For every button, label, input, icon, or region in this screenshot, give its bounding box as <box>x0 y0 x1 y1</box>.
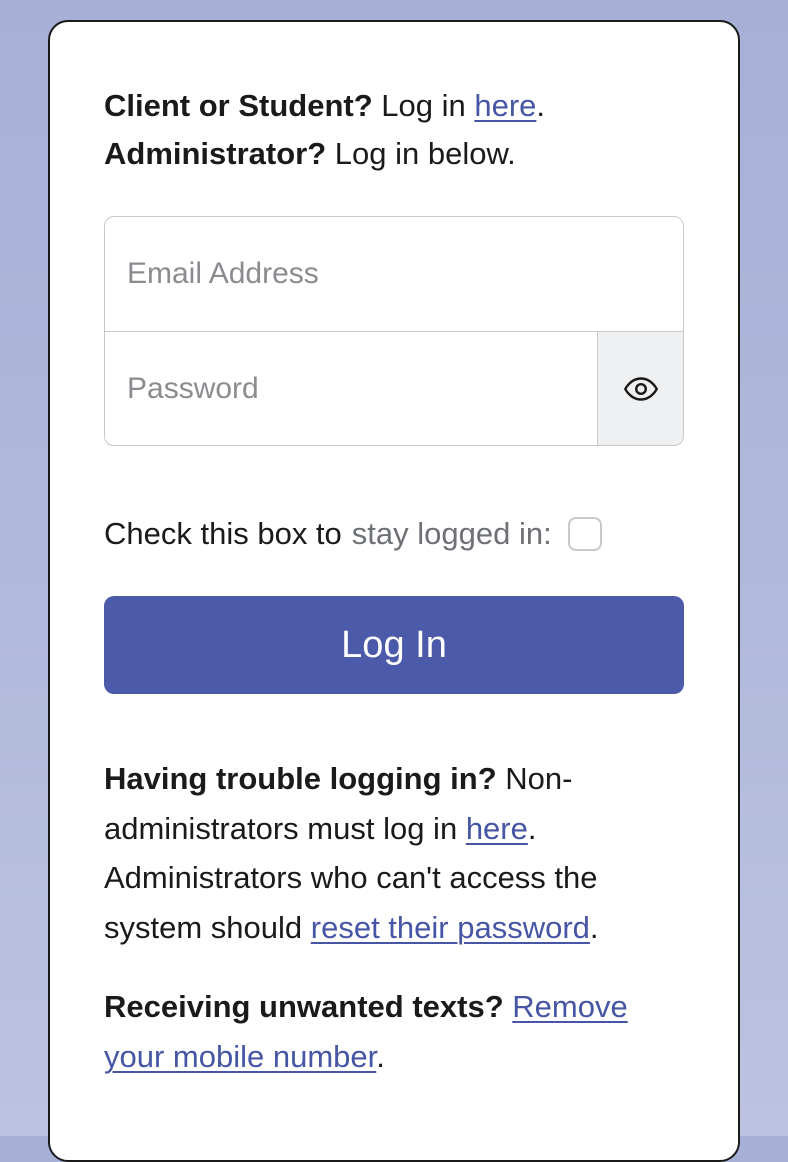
trouble-bold: Having trouble logging in? <box>104 761 497 796</box>
credentials-group <box>104 216 684 446</box>
stay-logged-in-row: Check this box to stay logged in: <box>104 516 684 552</box>
nonadmin-login-link[interactable]: here <box>466 811 528 846</box>
password-row <box>105 331 683 445</box>
admin-prompt-bold: Administrator? <box>104 136 326 171</box>
login-button[interactable]: Log In <box>104 596 684 694</box>
email-row <box>105 217 683 331</box>
client-prompt-text: Log in <box>373 88 475 123</box>
stay-prefix: Check this box to <box>104 516 342 552</box>
email-input[interactable] <box>105 217 683 331</box>
stay-grey: stay logged in: <box>352 516 552 552</box>
password-input[interactable] <box>105 332 597 445</box>
client-prompt-bold: Client or Student? <box>104 88 373 123</box>
login-card: Client or Student? Log in here. Administ… <box>48 20 740 1162</box>
eye-icon <box>623 371 659 407</box>
unwanted-bold: Receiving unwanted texts? <box>104 989 504 1024</box>
intro-text: Client or Student? Log in here. Administ… <box>104 82 684 178</box>
toggle-password-button[interactable] <box>597 332 683 445</box>
trouble-text: Having trouble logging in? Non-administr… <box>104 754 684 952</box>
admin-prompt-text: Log in below. <box>326 136 516 171</box>
stay-logged-in-checkbox[interactable] <box>568 517 602 551</box>
unwanted-texts: Receiving unwanted texts? Remove your mo… <box>104 982 684 1081</box>
client-login-link[interactable]: here <box>474 88 536 123</box>
reset-password-link[interactable]: reset their password <box>311 910 590 945</box>
